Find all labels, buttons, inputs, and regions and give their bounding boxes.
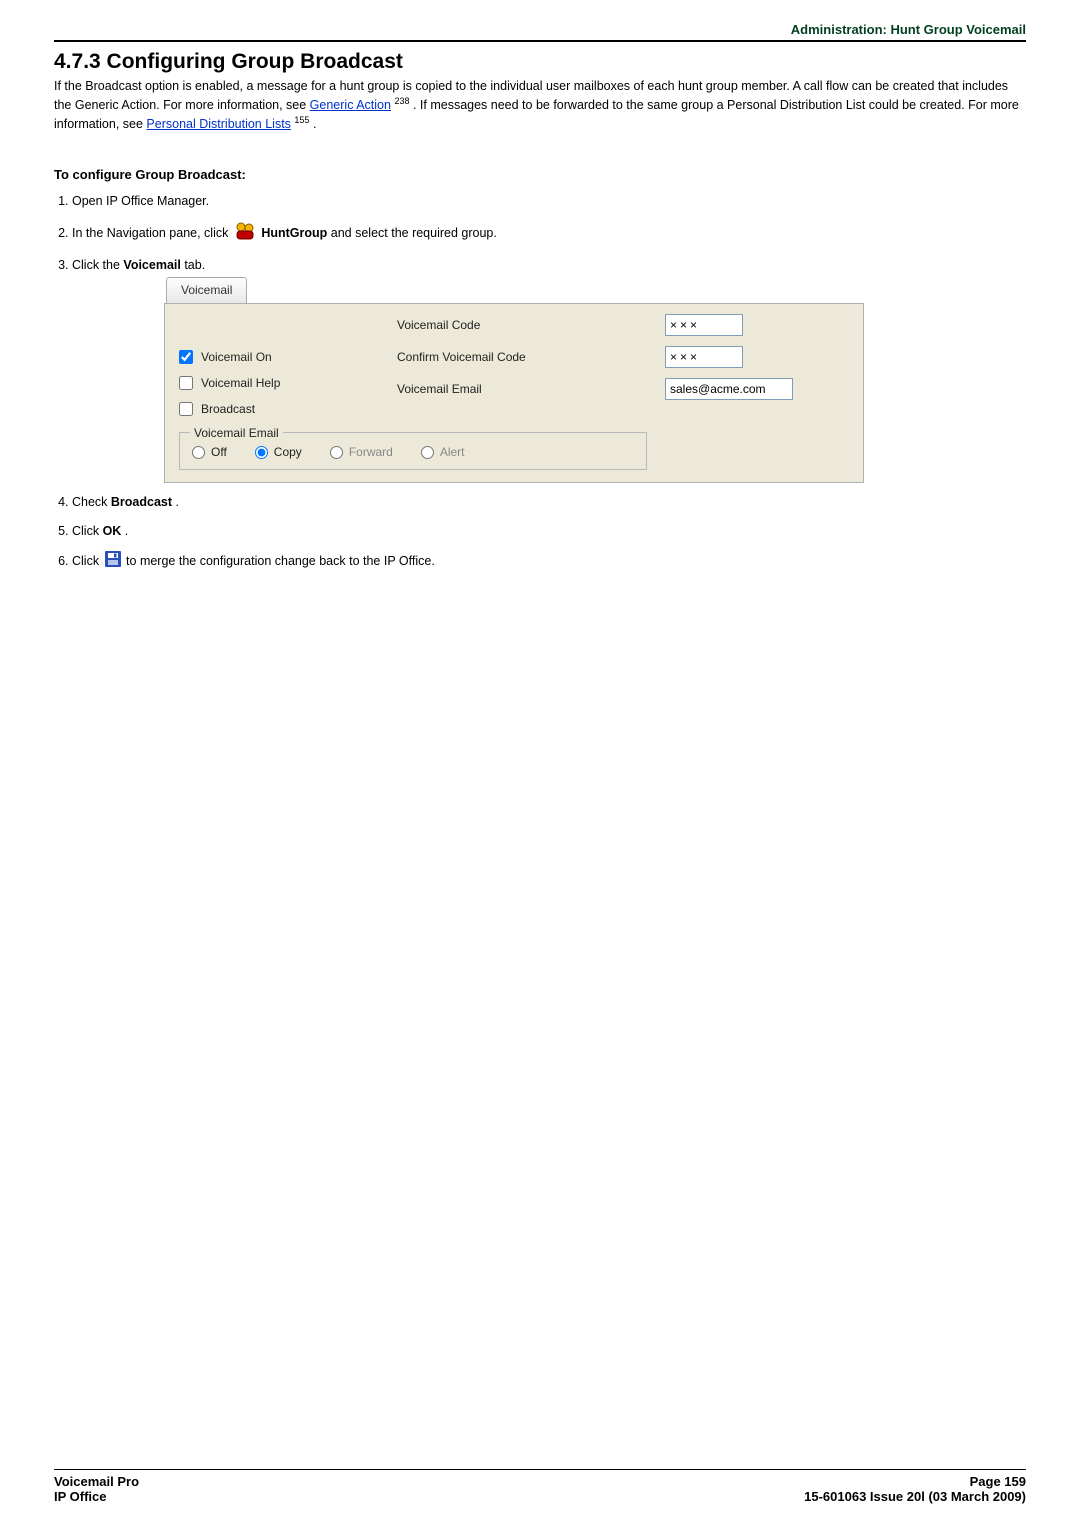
steps-list: Open IP Office Manager. In the Navigatio…	[54, 192, 1026, 583]
footer-right-bottom: 15-601063 Issue 20l (03 March 2009)	[804, 1489, 1026, 1504]
footer-right-top: Page 159	[970, 1474, 1026, 1489]
step-3-text-b: Voicemail	[123, 258, 180, 272]
page-footer: Voicemail Pro IP Office Page 159 15-6010…	[54, 1469, 1026, 1504]
intro-paragraph: If the Broadcast option is enabled, a me…	[54, 78, 1026, 133]
radio-off-input[interactable]	[192, 446, 205, 459]
voicemail-code-input[interactable]	[665, 314, 743, 336]
step-3-text-a: Click the	[72, 258, 123, 272]
step-6: Click to merge the configuration change …	[72, 551, 1026, 573]
link-generic-action[interactable]: Generic Action	[310, 98, 391, 112]
voicemail-code-label: Voicemail Code	[397, 316, 647, 334]
step-2-text-a: In the Navigation pane, click	[72, 226, 232, 240]
page-ref-1: 238	[394, 96, 409, 106]
broadcast-label: Broadcast	[201, 400, 255, 418]
intro-text-3: .	[313, 117, 316, 131]
voicemail-on-checkbox[interactable]	[179, 350, 193, 364]
voicemail-on-label: Voicemail On	[201, 348, 272, 366]
step-6-text-a: Click	[72, 554, 103, 568]
step-4-text-a: Check	[72, 495, 111, 509]
confirm-voicemail-code-input[interactable]	[665, 346, 743, 368]
voicemail-email-legend: Voicemail Email	[190, 424, 283, 442]
confirm-voicemail-code-label: Confirm Voicemail Code	[397, 348, 647, 366]
radio-off-label: Off	[211, 443, 227, 461]
step-4-text-c: .	[176, 495, 179, 509]
radio-forward-input[interactable]	[330, 446, 343, 459]
footer-left-top: Voicemail Pro	[54, 1474, 139, 1489]
step-5: Click OK .	[72, 522, 1026, 541]
voicemail-tab-screenshot: Voicemail Voicemail Code Voicemail On Vo…	[164, 277, 1026, 483]
radio-alert[interactable]: Alert	[421, 443, 465, 461]
huntgroup-icon	[234, 221, 256, 247]
step-3: Click the Voicemail tab. Voicemail Voice…	[72, 256, 1026, 483]
radio-forward[interactable]: Forward	[330, 443, 393, 461]
step-4-text-b: Broadcast	[111, 495, 172, 509]
radio-copy-label: Copy	[274, 443, 302, 461]
voicemail-help-checkbox[interactable]	[179, 376, 193, 390]
step-3-text-c: tab.	[184, 258, 205, 272]
voicemail-help-row[interactable]: Voicemail Help	[179, 374, 379, 392]
step-5-text-b: OK	[103, 524, 122, 538]
step-2-text-b: HuntGroup	[261, 226, 327, 240]
broadcast-checkbox[interactable]	[179, 402, 193, 416]
link-personal-distribution-lists[interactable]: Personal Distribution Lists	[146, 117, 291, 131]
procedure-heading: To configure Group Broadcast:	[54, 167, 1026, 182]
radio-copy-input[interactable]	[255, 446, 268, 459]
page-ref-2: 155	[294, 115, 309, 125]
radio-off[interactable]: Off	[192, 443, 227, 461]
voicemail-tab[interactable]: Voicemail	[166, 277, 247, 303]
admin-header: Administration: Hunt Group Voicemail	[54, 22, 1026, 42]
step-4: Check Broadcast .	[72, 493, 1026, 512]
voicemail-email-input[interactable]	[665, 378, 793, 400]
step-2-text-c: and select the required group.	[331, 226, 497, 240]
page-title: 4.7.3 Configuring Group Broadcast	[54, 50, 1026, 74]
radio-alert-label: Alert	[440, 443, 465, 461]
voicemail-email-fieldset: Voicemail Email Off Copy	[179, 432, 647, 470]
broadcast-row[interactable]: Broadcast	[179, 400, 379, 418]
radio-copy[interactable]: Copy	[255, 443, 302, 461]
save-icon	[105, 551, 121, 573]
voicemail-email-label: Voicemail Email	[397, 380, 647, 398]
voicemail-help-label: Voicemail Help	[201, 374, 280, 392]
footer-left-bottom: IP Office	[54, 1489, 107, 1504]
radio-forward-label: Forward	[349, 443, 393, 461]
step-6-text-b: to merge the configuration change back t…	[126, 554, 435, 568]
step-5-text-a: Click	[72, 524, 103, 538]
step-2: In the Navigation pane, click HuntGroup …	[72, 221, 1026, 247]
radio-alert-input[interactable]	[421, 446, 434, 459]
voicemail-on-row[interactable]: Voicemail On	[179, 348, 379, 366]
step-1: Open IP Office Manager.	[72, 192, 1026, 211]
voicemail-panel: Voicemail Code Voicemail On Voicemail He…	[164, 303, 864, 483]
step-5-text-c: .	[125, 524, 128, 538]
